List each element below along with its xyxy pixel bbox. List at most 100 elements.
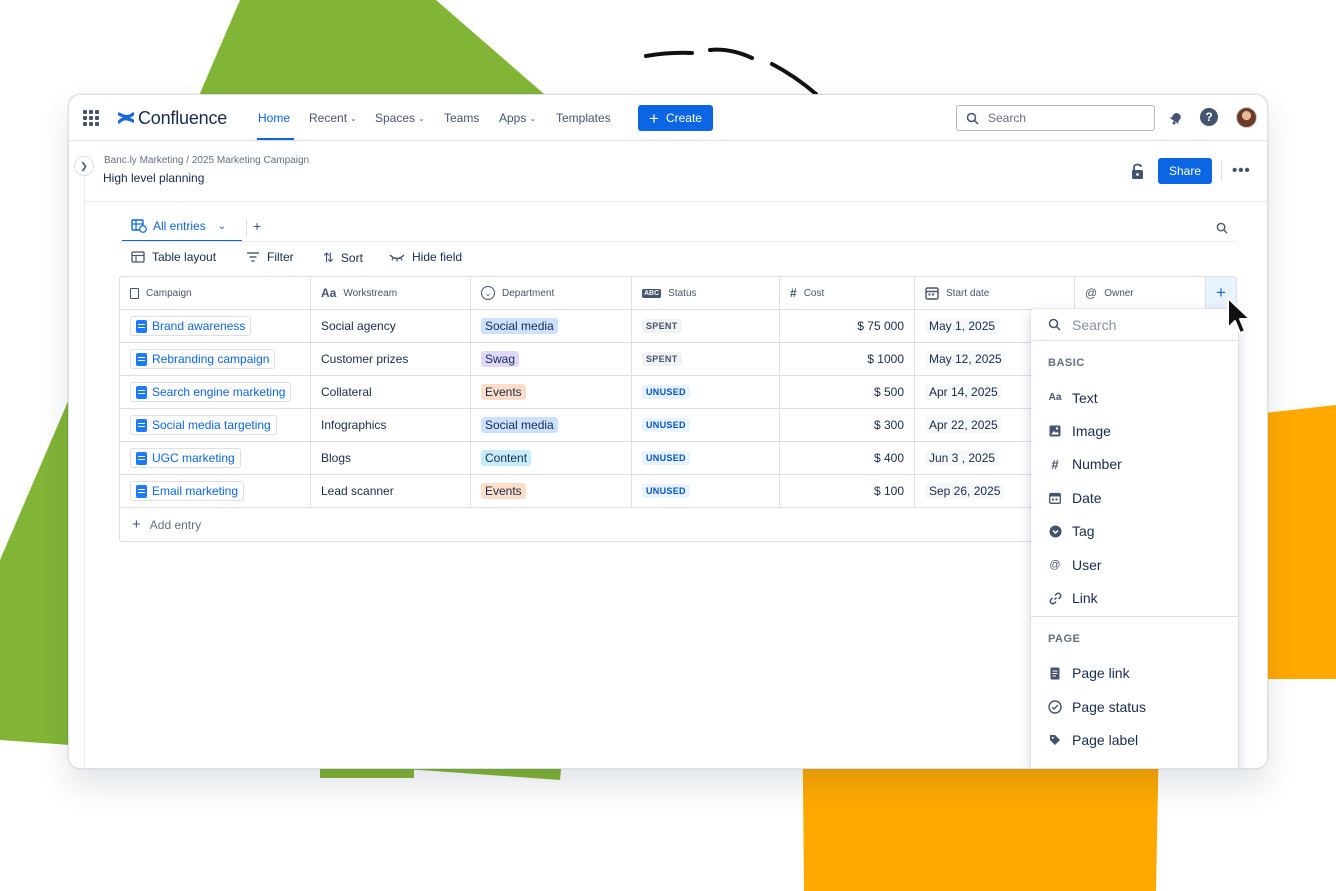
chevron-right-icon: ❯ bbox=[80, 160, 88, 171]
cell-department[interactable]: Social media bbox=[471, 310, 632, 342]
field-type-user[interactable]: @ User bbox=[1031, 548, 1238, 581]
field-type-label: User bbox=[1072, 556, 1102, 573]
field-type-image[interactable]: Image bbox=[1031, 414, 1238, 447]
cell-status[interactable]: SPENT bbox=[632, 343, 780, 375]
cell-cost[interactable]: $ 1000 bbox=[780, 343, 915, 375]
campaign-page-link[interactable]: Social media targeting bbox=[130, 415, 277, 435]
table-layout-label: Table layout bbox=[152, 250, 217, 264]
cell-department[interactable]: Social media bbox=[471, 409, 632, 441]
cell-campaign[interactable]: Email marketing bbox=[120, 475, 311, 507]
field-type-tag[interactable]: Tag bbox=[1031, 515, 1238, 548]
sort-icon: ⇅ bbox=[323, 250, 334, 265]
campaign-page-link[interactable]: Email marketing bbox=[130, 481, 245, 501]
field-search-input[interactable]: Search bbox=[1031, 309, 1238, 341]
field-type-date[interactable]: Date bbox=[1031, 481, 1238, 514]
tab-all-entries[interactable]: All entries ⌄ bbox=[131, 219, 226, 233]
plus-icon: + bbox=[132, 516, 141, 533]
field-type-label: Tag bbox=[1072, 523, 1095, 540]
cell-department[interactable]: Events bbox=[471, 376, 632, 408]
cell-cost[interactable]: $ 75 000 bbox=[780, 310, 915, 342]
campaign-page-link[interactable]: Rebranding campaign bbox=[130, 349, 276, 369]
cell-cost[interactable]: $ 400 bbox=[780, 442, 915, 474]
cell-campaign[interactable]: Rebranding campaign bbox=[120, 343, 311, 375]
share-button[interactable]: Share bbox=[1158, 158, 1212, 184]
confluence-window: Confluence Home Recent ⌄ Spaces ⌄ Teams Ap… bbox=[68, 94, 1268, 769]
nav-spaces[interactable]: Spaces ⌄ bbox=[375, 109, 425, 127]
cell-department[interactable]: Swag bbox=[471, 343, 632, 375]
campaign-name: Social media targeting bbox=[152, 418, 271, 432]
column-header-workstream[interactable]: Aa Workstream bbox=[311, 277, 471, 309]
user-avatar[interactable] bbox=[1236, 107, 1257, 128]
breadcrumb[interactable]: Banc.ly Marketing / 2025 Marketing Campa… bbox=[104, 155, 309, 166]
filter-button[interactable]: Filter bbox=[246, 250, 294, 264]
nav-templates[interactable]: Templates bbox=[556, 109, 611, 127]
field-type-link[interactable]: Link bbox=[1031, 581, 1238, 614]
unlocked-icon[interactable] bbox=[1130, 163, 1145, 180]
campaign-page-link[interactable]: Brand awareness bbox=[130, 316, 252, 336]
campaign-page-link[interactable]: UGC marketing bbox=[130, 448, 241, 468]
column-header-start-date[interactable]: Start date bbox=[915, 277, 1075, 309]
text-format-icon: Aa bbox=[321, 286, 337, 300]
cell-workstream[interactable]: Collateral bbox=[311, 376, 471, 408]
cell-campaign[interactable]: UGC marketing bbox=[120, 442, 311, 474]
confluence-logo[interactable]: Confluence bbox=[118, 107, 227, 129]
hide-field-button[interactable]: Hide field bbox=[389, 250, 462, 264]
department-tag: Events bbox=[481, 384, 526, 400]
cell-status[interactable]: SPENT bbox=[632, 310, 780, 342]
column-header-campaign[interactable]: Campaign bbox=[120, 277, 311, 309]
column-header-department[interactable]: ⌄ Department bbox=[471, 277, 632, 309]
cell-workstream[interactable]: Customer prizes bbox=[311, 343, 471, 375]
more-options-icon[interactable]: ••• bbox=[1232, 162, 1251, 179]
cell-department[interactable]: Events bbox=[471, 475, 632, 507]
chevron-down-icon: ⌄ bbox=[217, 220, 227, 232]
cell-workstream[interactable]: Blogs bbox=[311, 442, 471, 474]
database-search-icon[interactable] bbox=[1216, 222, 1228, 234]
field-type-number[interactable]: # Number bbox=[1031, 448, 1238, 481]
cell-status[interactable]: UNUSED bbox=[632, 376, 780, 408]
global-search-input[interactable]: Search bbox=[956, 105, 1155, 131]
field-type-page-status[interactable]: Page status bbox=[1031, 690, 1238, 723]
add-view-button[interactable]: + bbox=[253, 218, 261, 234]
nav-home[interactable]: Home bbox=[258, 109, 290, 127]
notifications-icon[interactable] bbox=[1167, 109, 1185, 127]
cell-workstream[interactable]: Lead scanner bbox=[311, 475, 471, 507]
cell-cost[interactable]: $ 300 bbox=[780, 409, 915, 441]
column-header-label: Owner bbox=[1104, 287, 1134, 299]
cell-status[interactable]: UNUSED bbox=[632, 409, 780, 441]
at-sign-icon: @ bbox=[1085, 286, 1098, 300]
nav-teams[interactable]: Teams bbox=[444, 109, 479, 127]
campaign-page-link[interactable]: Search engine marketing bbox=[130, 382, 292, 402]
cell-department[interactable]: Content bbox=[471, 442, 632, 474]
field-type-page-link[interactable]: Page link bbox=[1031, 657, 1238, 690]
sidebar-expand-button[interactable]: ❯ bbox=[74, 156, 94, 176]
create-button[interactable]: + Create bbox=[638, 105, 713, 131]
cell-status[interactable]: UNUSED bbox=[632, 442, 780, 474]
help-icon[interactable]: ? bbox=[1200, 108, 1218, 126]
nav-recent[interactable]: Recent ⌄ bbox=[309, 109, 357, 127]
department-tag: Events bbox=[481, 483, 526, 499]
status-badge: SPENT bbox=[642, 319, 682, 333]
sort-button[interactable]: ⇅ Sort bbox=[323, 250, 363, 266]
cell-campaign[interactable]: Search engine marketing bbox=[120, 376, 311, 408]
cell-campaign[interactable]: Social media targeting bbox=[120, 409, 311, 441]
cell-campaign[interactable]: Brand awareness bbox=[120, 310, 311, 342]
column-header-status[interactable]: ABC Status bbox=[632, 277, 780, 309]
cell-workstream[interactable]: Infographics bbox=[311, 409, 471, 441]
sidebar-edge bbox=[84, 177, 85, 768]
cell-status[interactable]: UNUSED bbox=[632, 475, 780, 507]
field-type-page-label[interactable]: Page label bbox=[1031, 724, 1238, 757]
field-type-text[interactable]: Aa Text bbox=[1031, 381, 1238, 414]
cell-cost[interactable]: $ 100 bbox=[780, 475, 915, 507]
cell-workstream[interactable]: Social agency bbox=[311, 310, 471, 342]
column-header-cost[interactable]: # Cost bbox=[780, 277, 915, 309]
nav-recent-label: Recent bbox=[309, 111, 348, 125]
status-badge: UNUSED bbox=[642, 484, 690, 498]
logo-text: Confluence bbox=[138, 107, 228, 128]
department-tag: Social media bbox=[481, 318, 558, 334]
column-header-owner[interactable]: @ Owner bbox=[1075, 277, 1206, 309]
app-switcher-icon[interactable] bbox=[83, 110, 99, 126]
nav-apps[interactable]: Apps ⌄ bbox=[499, 109, 536, 127]
department-tag: Social media bbox=[481, 417, 558, 433]
table-layout-button[interactable]: Table layout bbox=[131, 250, 216, 264]
cell-cost[interactable]: $ 500 bbox=[780, 376, 915, 408]
